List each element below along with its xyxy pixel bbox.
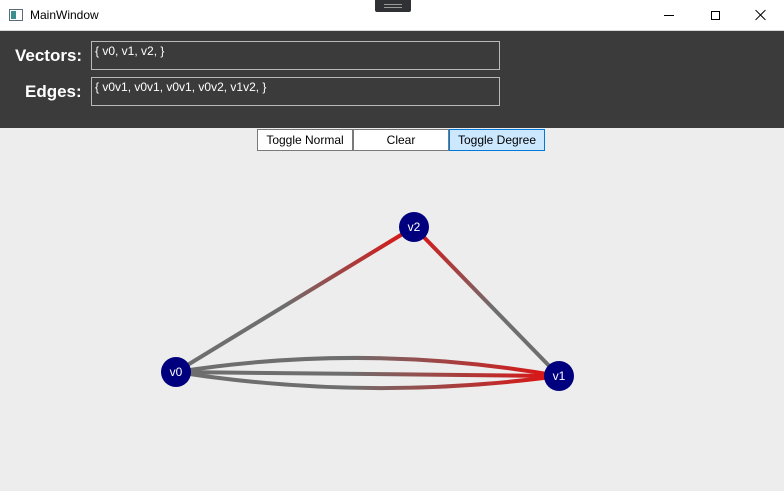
node-v1[interactable]: v1 [544,361,574,391]
edge-v0v2 [174,225,416,374]
node-v0-label: v0 [170,365,183,379]
node-v2-label: v2 [408,220,421,234]
graph-canvas[interactable]: v0 v1 v2 [0,0,784,491]
edge-v1v2 [412,225,561,378]
node-v0[interactable]: v0 [161,357,191,387]
edge-v0v1-straight [175,370,560,378]
node-v2[interactable]: v2 [399,212,429,242]
node-v1-label: v1 [553,369,566,383]
